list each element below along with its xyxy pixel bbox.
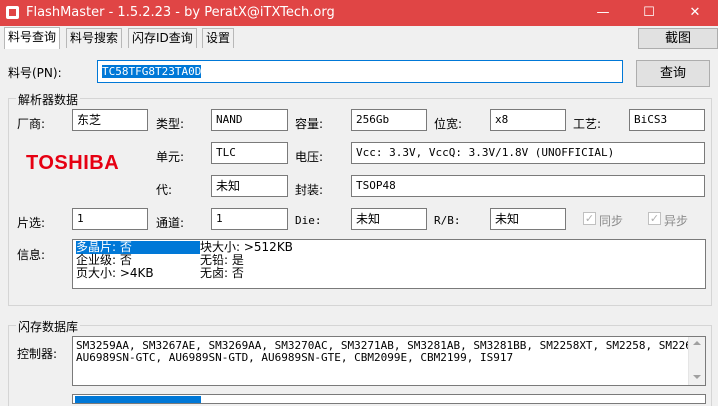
cell-label: 单元:	[156, 150, 185, 164]
vendor-label: 厂商:	[17, 117, 46, 131]
title-bar: FlashMaster - 1.5.2.23 - by PeratX@iTXTe…	[0, 0, 718, 26]
rb-field[interactable]: 未知	[490, 208, 566, 230]
die-field[interactable]: 未知	[351, 208, 427, 230]
controller-label: 控制器:	[17, 347, 58, 361]
query-button[interactable]: 查询	[636, 60, 710, 87]
maximize-button[interactable]: ☐	[626, 0, 672, 26]
scroll-up-icon[interactable]	[693, 341, 701, 345]
info-halogen-free: 无卤: 否	[200, 266, 244, 280]
tab-pn-search[interactable]: 料号搜索	[66, 28, 123, 48]
info-page-size: 页大小: >4KB	[76, 266, 154, 280]
generation-label: 代:	[156, 183, 173, 197]
next-field[interactable]	[72, 394, 706, 404]
channel-field[interactable]: 1	[211, 208, 288, 230]
ce-label: 片选:	[17, 216, 46, 230]
rb-label: R/B:	[434, 214, 461, 227]
info-box[interactable]: 多晶片: 否 块大小: >512KB 企业级: 否 无铅: 是 页大小: >4K…	[72, 239, 706, 289]
ce-field[interactable]: 1	[72, 208, 148, 230]
generation-field[interactable]: 未知	[211, 175, 288, 197]
decoder-group-title: 解析器数据	[16, 91, 81, 108]
width-label: 位宽:	[434, 117, 463, 131]
tab-settings[interactable]: 设置	[202, 28, 235, 48]
type-field[interactable]: NAND	[211, 109, 288, 131]
info-label: 信息:	[17, 248, 46, 262]
voltage-field[interactable]: Vcc: 3.3V, VccQ: 3.3V/1.8V (UNOFFICIAL)	[351, 142, 705, 164]
process-field[interactable]: BiCS3	[629, 109, 705, 131]
process-label: 工艺:	[573, 117, 602, 131]
tab-flash-id-query[interactable]: 闪存ID查询	[128, 28, 197, 48]
controller-box[interactable]: SM3259AA, SM3267AE, SM3269AA, SM3270AC, …	[72, 336, 706, 386]
controller-line-2: AU6989SN-GTC, AU6989SN-GTD, AU6989SN-GTE…	[76, 351, 514, 364]
pn-label: 料号(PN):	[8, 66, 62, 80]
cell-field[interactable]: TLC	[211, 142, 288, 164]
app-icon	[6, 6, 19, 19]
window-title: FlashMaster - 1.5.2.23 - by PeratX@iTXTe…	[26, 5, 335, 20]
scroll-down-icon[interactable]	[693, 375, 701, 379]
async-checkbox[interactable]: ✓	[648, 212, 661, 225]
channel-label: 通道:	[156, 216, 185, 230]
voltage-label: 电压:	[295, 150, 324, 164]
capacity-label: 容量:	[295, 117, 324, 131]
sync-checkbox[interactable]: ✓	[583, 212, 596, 225]
next-field-selection	[75, 396, 201, 403]
flashdb-group-title: 闪存数据库	[16, 318, 81, 335]
type-label: 类型:	[156, 117, 185, 131]
capacity-field[interactable]: 256Gb	[351, 109, 427, 131]
vendor-field[interactable]: 东芝	[72, 109, 148, 131]
minimize-button[interactable]: —	[580, 0, 626, 26]
async-label: 异步	[664, 214, 689, 228]
close-button[interactable]: ✕	[672, 0, 718, 26]
controller-scrollbar[interactable]	[688, 337, 705, 385]
tab-pn-query[interactable]: 料号查询	[4, 27, 61, 49]
toshiba-logo: TOSHIBA	[26, 152, 120, 174]
width-field[interactable]: x8	[490, 109, 566, 131]
sync-label: 同步	[599, 214, 624, 228]
pn-input[interactable]: TC58TFG8T23TA0D	[97, 60, 623, 83]
pn-input-value: TC58TFG8T23TA0D	[102, 65, 202, 78]
screenshot-button[interactable]: 截图	[638, 28, 718, 49]
die-label: Die:	[295, 214, 322, 227]
package-label: 封装:	[295, 183, 324, 197]
package-field[interactable]: TSOP48	[351, 175, 705, 197]
